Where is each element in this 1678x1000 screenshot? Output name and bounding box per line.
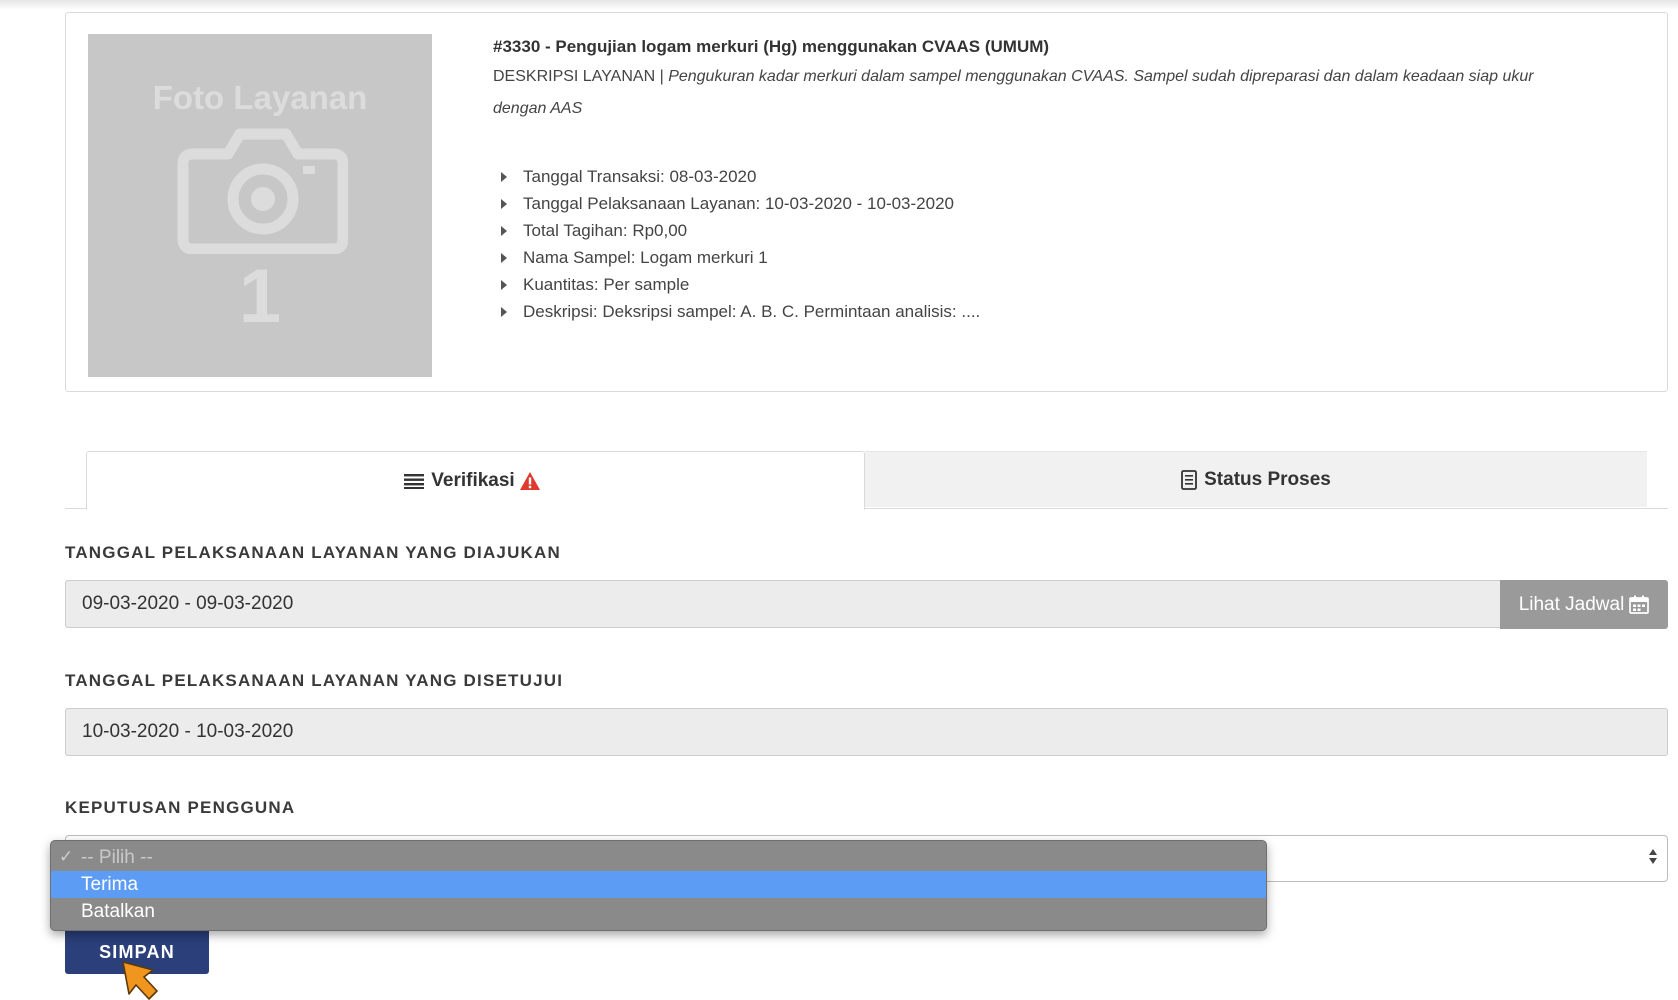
- detail-item: Total Tagihan: Rp0,00: [493, 217, 1573, 244]
- detail-item: Deskripsi: Deksripsi sampel: A. B. C. Pe…: [493, 298, 1573, 325]
- caret-right-icon: [501, 279, 507, 290]
- lihat-jadwal-label: Lihat Jadwal: [1518, 593, 1625, 615]
- decision-dropdown-menu: ✓ -- Pilih -- Terima Batalkan: [50, 840, 1267, 931]
- camera-icon: [177, 128, 348, 254]
- caret-right-icon: [501, 225, 507, 236]
- service-info: #3330 - Pengujian logam merkuri (Hg) men…: [493, 35, 1573, 325]
- caret-right-icon: [501, 198, 507, 209]
- proposed-date-label: TANGGAL PELAKSANAAN LAYANAN YANG DIAJUKA…: [65, 543, 561, 562]
- document-icon: [1181, 469, 1198, 490]
- caret-right-icon: [501, 252, 507, 263]
- decision-label: KEPUTUSAN PENGGUNA: [65, 798, 296, 817]
- approved-date-field[interactable]: 10-03-2020 - 10-03-2020: [65, 708, 1668, 756]
- detail-item: Nama Sampel: Logam merkuri 1: [493, 244, 1573, 271]
- tab-status-proses[interactable]: Status Proses: [865, 451, 1647, 507]
- dropdown-option-terima[interactable]: Terima: [51, 871, 1266, 898]
- pointer-cursor-icon: [122, 961, 158, 1000]
- dropdown-option-batalkan[interactable]: Batalkan: [51, 898, 1266, 925]
- photo-placeholder-number: 1: [238, 254, 282, 339]
- photo-placeholder-text: Foto Layanan: [152, 79, 368, 116]
- select-updown-icon: [1649, 849, 1659, 864]
- service-photo-placeholder: Foto Layanan 1: [88, 34, 432, 377]
- detail-item: Tanggal Transaksi: 08-03-2020: [493, 163, 1573, 190]
- caret-right-icon: [501, 171, 507, 182]
- service-description: DESKRIPSI LAYANAN | Pengukuran kadar mer…: [493, 61, 1573, 125]
- calendar-icon: [1629, 595, 1650, 614]
- caret-right-icon: [501, 306, 507, 317]
- dropdown-option-pilih[interactable]: ✓ -- Pilih --: [51, 844, 1266, 871]
- tab-status-proses-label: Status Proses: [1204, 468, 1331, 490]
- tab-verifikasi[interactable]: Verifikasi: [86, 451, 865, 510]
- check-icon: ✓: [59, 847, 74, 866]
- list-icon: [404, 473, 425, 489]
- approved-date-label: TANGGAL PELAKSANAAN LAYANAN YANG DISETUJ…: [65, 671, 564, 690]
- proposed-date-field[interactable]: 09-03-2020 - 09-03-2020: [65, 580, 1503, 628]
- detail-item: Tanggal Pelaksanaan Layanan: 10-03-2020 …: [493, 190, 1573, 217]
- top-shadow: [0, 0, 1678, 10]
- service-details-list: Tanggal Transaksi: 08-03-2020 Tanggal Pe…: [493, 163, 1573, 325]
- warning-icon: [519, 471, 540, 490]
- description-label: DESKRIPSI LAYANAN |: [493, 68, 664, 85]
- tab-bar: Verifikasi Status Proses: [65, 451, 1668, 510]
- service-card: Foto Layanan 1 #3330 - Pengujian logam m…: [65, 12, 1668, 392]
- tab-verifikasi-label: Verifikasi: [431, 469, 515, 491]
- detail-item: Kuantitas: Per sample: [493, 271, 1573, 298]
- service-title: #3330 - Pengujian logam merkuri (Hg) men…: [493, 37, 1050, 56]
- lihat-jadwal-button[interactable]: Lihat Jadwal: [1500, 580, 1668, 629]
